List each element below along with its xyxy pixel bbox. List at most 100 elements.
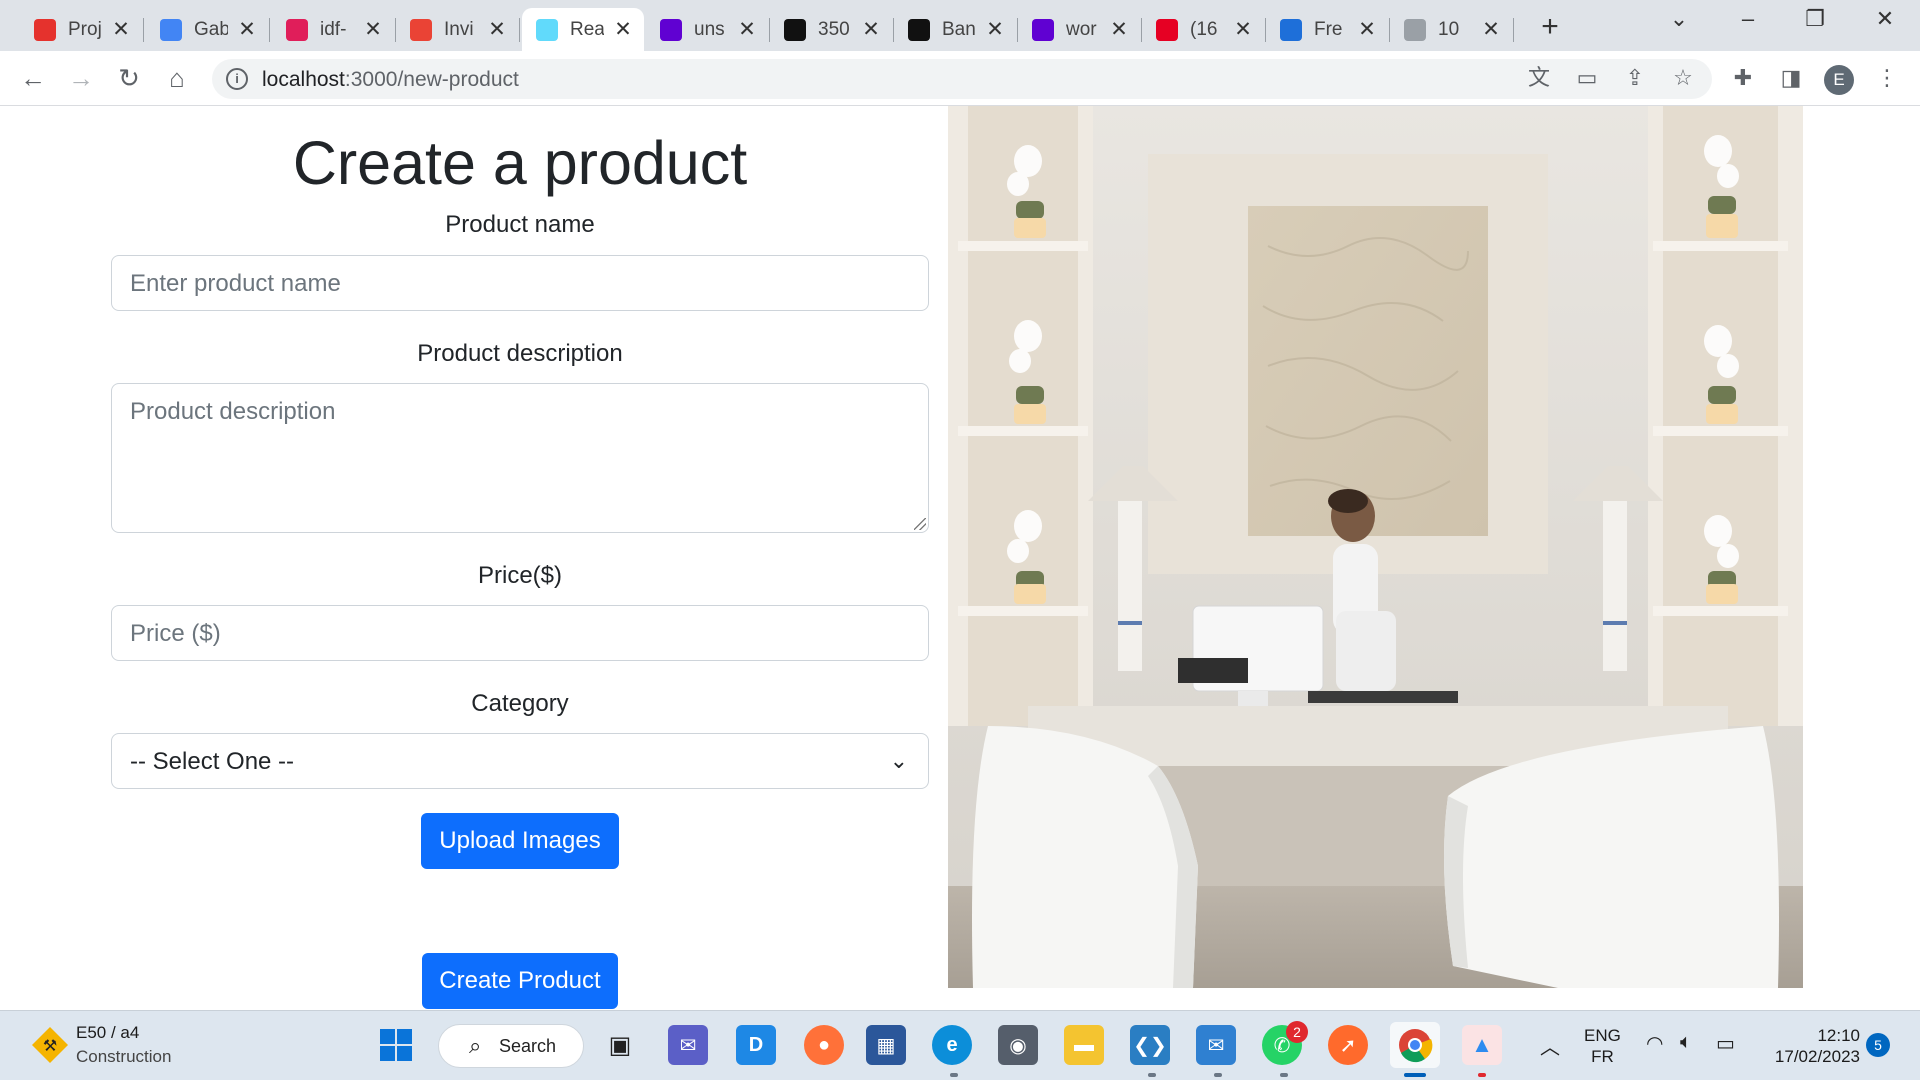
chevron-down-icon: ⌄ [889, 748, 908, 773]
tab-title: (16 [1190, 18, 1218, 40]
forward-icon[interactable]: → [64, 63, 98, 93]
restore-button[interactable]: ❐ [1800, 6, 1830, 32]
close-tab-icon[interactable]: ✕ [488, 17, 506, 42]
share-icon[interactable]: ⇪ [1620, 65, 1650, 91]
language-indicator[interactable]: ENG FR [1584, 1025, 1621, 1067]
tab-title: Proj [68, 18, 102, 40]
card-icon[interactable]: ▭ [1572, 65, 1602, 91]
browser-tab[interactable]: Rea ✕ [522, 8, 644, 51]
resize-grip-icon[interactable] [914, 518, 926, 530]
tab-separator [519, 18, 520, 42]
create-product-button[interactable]: Create Product [422, 953, 618, 1009]
profile-avatar[interactable]: E [1824, 65, 1854, 95]
close-window-button[interactable]: ✕ [1870, 6, 1900, 32]
close-tab-icon[interactable]: ✕ [112, 17, 130, 42]
browser-tab[interactable]: (16 ✕ [1142, 8, 1266, 51]
running-indicator [1148, 1073, 1156, 1077]
new-tab-button[interactable]: + [1535, 10, 1565, 44]
close-tab-icon[interactable]: ✕ [1482, 17, 1500, 42]
url-text[interactable]: localhost:3000/new-product [262, 68, 519, 92]
page-content: Create a product Product name Enter prod… [0, 106, 1920, 1010]
ph-icon [1280, 18, 1302, 41]
file-explorer-icon[interactable]: ▬ [1064, 1025, 1104, 1065]
yahoo-icon [660, 18, 682, 41]
react-icon [536, 18, 558, 41]
close-tab-icon[interactable]: ✕ [238, 17, 256, 42]
close-tab-icon[interactable]: ✕ [1358, 17, 1376, 42]
back-icon[interactable]: ← [16, 63, 50, 93]
address-bar[interactable]: i localhost:3000/new-product [212, 59, 1712, 99]
weather-line-1[interactable]: E50 / a4 [76, 1023, 139, 1043]
battery-icon[interactable]: ▭ [1716, 1031, 1735, 1056]
construction-warning-icon[interactable]: ⚒ [30, 1025, 70, 1065]
volume-icon[interactable]: 🔈︎ [1680, 1031, 1692, 1054]
tab-title: Fre [1314, 18, 1343, 40]
upload-images-button[interactable]: Upload Images [421, 813, 619, 869]
side-panel-icon[interactable]: ◨ [1776, 65, 1806, 91]
browser-tab[interactable]: 10 ✕ [1390, 8, 1514, 51]
home-icon[interactable]: ⌂ [160, 63, 194, 93]
weather-line-2[interactable]: Construction [76, 1047, 171, 1067]
chrome-taskbar-button[interactable] [1390, 1022, 1440, 1068]
close-tab-icon[interactable]: ✕ [1110, 17, 1128, 42]
office-interior-photo [948, 106, 1803, 988]
close-tab-icon[interactable]: ✕ [364, 17, 382, 42]
product-description-textarea[interactable]: Product description [111, 383, 929, 533]
category-select[interactable]: -- Select One -- ⌄ [111, 733, 929, 789]
browser-tab[interactable]: Proj ✕ [20, 8, 144, 51]
tab-title: idf- [320, 18, 347, 40]
vscode-icon[interactable]: ❮❯ [1130, 1025, 1170, 1065]
bookmark-star-icon[interactable]: ☆ [1668, 65, 1698, 91]
taskbar-search[interactable]: ⌕ Search [438, 1024, 584, 1068]
camera-icon[interactable]: ◉ [998, 1025, 1038, 1065]
menu-kebab-icon[interactable]: ⋮ [1872, 65, 1902, 91]
istock-icon [908, 18, 930, 41]
windows-taskbar: ⚒ E50 / a4 Construction ⌕ Search ▣ ✉ D ●… [0, 1010, 1920, 1080]
windows-start-icon[interactable] [378, 1027, 414, 1063]
microsoft-store-icon[interactable]: ▦ [866, 1025, 906, 1065]
minimize-button[interactable]: – [1733, 6, 1763, 32]
pinterest-icon [1156, 18, 1178, 41]
d-app-icon[interactable]: D [736, 1025, 776, 1065]
browser-tab[interactable]: Invi ✕ [396, 8, 520, 51]
price-input[interactable]: Price ($) [111, 605, 929, 661]
notification-count[interactable]: 5 [1866, 1033, 1890, 1057]
close-tab-icon[interactable]: ✕ [614, 17, 632, 42]
site-info-icon[interactable]: i [226, 68, 248, 90]
url-path: :3000/new-product [344, 68, 519, 91]
tab-strip: Proj ✕ Gab ✕ idf- ✕ Invi ✕ Rea ✕ uns ✕ 350 ✕ Ban ✕ wor ✕(… [0, 0, 1920, 51]
browser-tab[interactable]: Fre ✕ [1266, 8, 1390, 51]
firefox-icon[interactable]: ● [804, 1025, 844, 1065]
running-indicator [1478, 1073, 1486, 1077]
postman-icon[interactable]: ➚ [1328, 1025, 1368, 1065]
translate-icon[interactable]: 文 [1524, 65, 1554, 91]
browser-tab[interactable]: uns ✕ [646, 8, 770, 51]
browser-tab[interactable]: wor ✕ [1018, 8, 1142, 51]
system-clock[interactable]: 12:10 17/02/2023 [1764, 1025, 1860, 1067]
task-view-icon[interactable]: ▣ [600, 1025, 640, 1065]
tab-title: wor [1066, 18, 1097, 40]
close-tab-icon[interactable]: ✕ [862, 17, 880, 42]
browser-tab[interactable]: Ban ✕ [894, 8, 1018, 51]
teams-chat-icon[interactable]: ✉ [668, 1025, 708, 1065]
tab-search-icon[interactable]: ⌄ [1664, 6, 1694, 32]
browser-tab[interactable]: Gab ✕ [146, 8, 270, 51]
close-tab-icon[interactable]: ✕ [986, 17, 1004, 42]
wifi-icon[interactable]: ◠ [1646, 1031, 1663, 1056]
reload-icon[interactable]: ↻ [112, 63, 146, 93]
edge-icon[interactable]: e [932, 1025, 972, 1065]
browser-tab[interactable]: 350 ✕ [770, 8, 894, 51]
extensions-puzzle-icon[interactable]: ✚ [1728, 65, 1758, 91]
tab-title: Ban [942, 18, 976, 40]
chevron-up-icon[interactable]: ︿ [1540, 1031, 1560, 1060]
language-line-2: FR [1591, 1047, 1614, 1066]
product-name-placeholder: Enter product name [130, 270, 341, 297]
mail-icon[interactable]: ✉ [1196, 1025, 1236, 1065]
tab-separator [269, 18, 270, 42]
close-tab-icon[interactable]: ✕ [738, 17, 756, 42]
browser-tab[interactable]: idf- ✕ [272, 8, 396, 51]
close-tab-icon[interactable]: ✕ [1234, 17, 1252, 42]
paint-app-icon[interactable]: ▲ [1462, 1025, 1502, 1065]
product-name-input[interactable]: Enter product name [111, 255, 929, 311]
url-host: localhost [262, 68, 345, 91]
